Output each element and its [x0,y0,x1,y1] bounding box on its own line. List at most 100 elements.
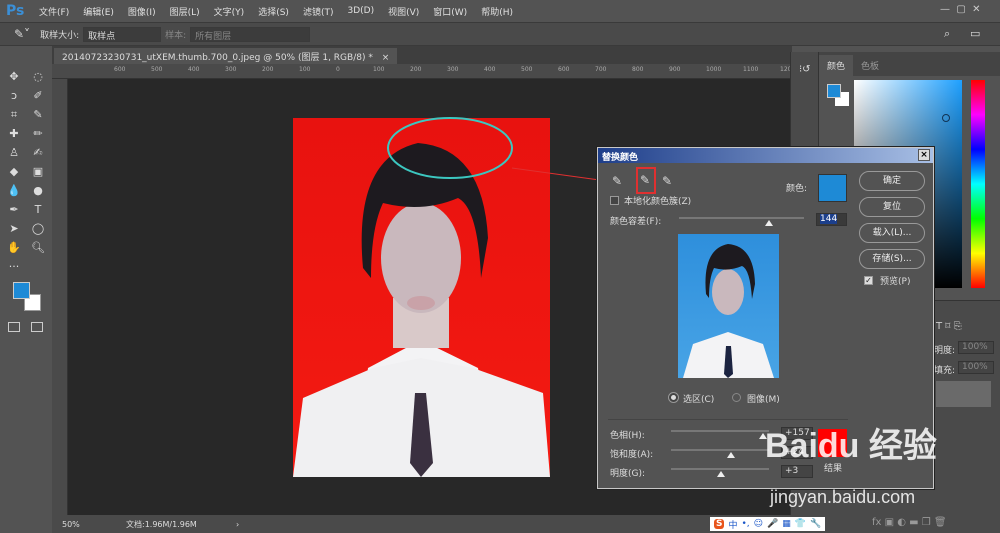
ime-tools-icon[interactable]: 🔧 [810,519,821,529]
brush-tool-icon[interactable]: ✏ [30,127,46,141]
close-dialog-button[interactable]: × [918,149,930,161]
ime-chinese[interactable]: 中 [728,518,737,531]
eyedropper-icon[interactable]: ✎ [612,174,622,188]
search-icon[interactable]: ⌕ [944,27,950,41]
tolerance-slider[interactable] [679,217,804,219]
menu-help[interactable]: 帮助(H) [474,5,520,18]
pen-tool-icon[interactable]: ✒ [6,203,22,217]
panel-fg-swatch[interactable] [827,84,841,98]
ruler-tick: 300 [225,66,236,73]
menu-file[interactable]: 文件(F) [32,5,76,18]
saturation-slider-thumb[interactable] [727,452,735,458]
sample-select[interactable]: 所有图层 [190,27,310,42]
menu-image[interactable]: 图像(I) [121,5,163,18]
eraser-tool-icon[interactable]: ◆ [6,165,22,179]
hue-slider[interactable] [671,430,769,432]
ruler-tick: 100 [373,66,384,73]
status-menu-arrow[interactable]: › [236,520,239,529]
workspace-icon[interactable]: ▭ [970,27,980,40]
ruler-tick: 800 [632,66,643,73]
eyedropper-tool-icon[interactable]: ✎ [30,108,46,122]
lightness-label: 明度(G): [610,466,645,479]
layer-filter-icons[interactable]: T ⌑ ⎘ [936,321,962,332]
ruler-tick: 400 [484,66,495,73]
foreground-color-swatch[interactable] [13,282,30,299]
close-tab-icon[interactable]: × [382,53,390,63]
dialog-titlebar[interactable]: 替换颜色 × [598,148,933,163]
ruler-tick: 200 [262,66,273,73]
localized-clusters-checkbox[interactable] [610,196,619,205]
ime-voice-icon[interactable]: 🎤 [767,519,778,529]
menu-select[interactable]: 选择(S) [251,5,296,18]
quick-select-tool-icon[interactable]: ✐ [30,89,46,103]
fill-input[interactable]: 100% [958,361,994,374]
ime-punct[interactable]: •, [742,519,750,529]
sogou-icon: S [714,519,724,529]
menu-window[interactable]: 窗口(W) [426,5,474,18]
hand-tool-icon[interactable]: ✋ [6,241,22,255]
ruler-tick: 600 [558,66,569,73]
tolerance-input[interactable]: 144 [820,214,837,224]
radio-selection[interactable] [669,393,678,402]
layer-actions-icons[interactable]: fx ▣ ◐ ▬ ❐ 🗑 [872,517,947,528]
history-brush-icon[interactable]: ✍ [30,146,46,160]
ime-skin-icon[interactable]: 👕 [795,519,806,529]
hue-slider[interactable] [971,80,985,288]
ok-button[interactable]: 确定 [859,171,925,191]
tab-swatches[interactable]: 色板 [853,55,887,76]
layer-row[interactable] [936,381,991,407]
document-tab[interactable]: 20140723230731_utXEM.thumb.700_0.jpeg @ … [54,48,397,65]
ime-toolbar[interactable]: S 中 •, ☺ 🎤 ▦ 👕 🔧 [710,517,825,531]
window-controls[interactable]: — ▢ ✕ [940,4,1000,15]
lightness-slider[interactable] [671,468,769,470]
tolerance-slider-thumb[interactable] [765,220,773,226]
gradient-tool-icon[interactable]: ▣ [30,165,46,179]
lasso-tool-icon[interactable]: ↄ [6,89,22,103]
saturation-slider[interactable] [671,449,769,451]
eyedropper-minus-icon[interactable]: ✎ [662,174,672,188]
horizontal-ruler: 6005004003002001000100200300400500600700… [52,64,790,79]
crop-tool-icon[interactable]: ⌗ [6,108,22,122]
document-image[interactable] [293,118,550,477]
save-button[interactable]: 存储(S)... [859,249,925,269]
ime-emoji-icon[interactable]: ☺ [754,519,763,529]
menu-view[interactable]: 视图(V) [381,5,426,18]
zoom-level[interactable]: 50% [62,520,102,529]
healing-tool-icon[interactable]: ✚ [6,127,22,141]
type-tool-icon[interactable]: T [30,203,46,217]
dodge-tool-icon[interactable]: ● [30,184,46,198]
move-tool-icon[interactable]: ✥ [6,70,22,84]
lightness-slider-thumb[interactable] [717,471,725,477]
tools-panel: ✥ ◌ ↄ ✐ ⌗ ✎ ✚ ✏ ♙ ✍ ◆ ▣ 💧 ● ✒ T ➤ ◯ ✋ 🔍︎… [0,64,52,515]
sample-size-select[interactable]: 取样点 [83,27,161,42]
ime-keyboard-icon[interactable]: ▦ [782,519,791,529]
selected-color-swatch[interactable] [818,174,847,202]
document-size: 文档:1.96M/1.96M [126,519,236,530]
opacity-input[interactable]: 100% [958,341,994,354]
quick-mask-icon[interactable] [8,322,20,332]
history-panel-icon[interactable]: ⁝↺ [799,64,818,75]
menu-filter[interactable]: 滤镜(T) [296,5,341,18]
path-select-tool-icon[interactable]: ➤ [6,222,22,236]
ruler-tick: 1100 [743,66,758,73]
eyedropper-plus-icon[interactable]: ✎ [636,167,656,194]
shape-tool-icon[interactable]: ◯ [30,222,46,236]
radio-image[interactable] [732,393,741,402]
menu-type[interactable]: 文字(Y) [207,5,252,18]
eyedropper-tool-icon[interactable]: ✎˅ [14,27,30,41]
zoom-tool-icon[interactable]: 🔍︎ [30,241,46,255]
reset-button[interactable]: 复位 [859,197,925,217]
marquee-tool-icon[interactable]: ◌ [30,70,46,84]
menu-edit[interactable]: 编辑(E) [76,5,121,18]
menu-layer[interactable]: 图层(L) [163,5,207,18]
screen-mode-icon[interactable] [31,322,43,332]
stamp-tool-icon[interactable]: ♙ [6,146,22,160]
preview-checkbox[interactable]: ✓ [864,276,873,285]
fill-label: 填充: [934,363,955,376]
menu-3d[interactable]: 3D(D) [340,6,381,16]
load-button[interactable]: 载入(L)... [859,223,925,243]
more-tools-icon[interactable]: ··· [6,260,22,274]
tab-color[interactable]: 颜色 [819,55,853,76]
blur-tool-icon[interactable]: 💧 [6,184,22,198]
tolerance-label: 颜色容差(F): [610,214,661,227]
